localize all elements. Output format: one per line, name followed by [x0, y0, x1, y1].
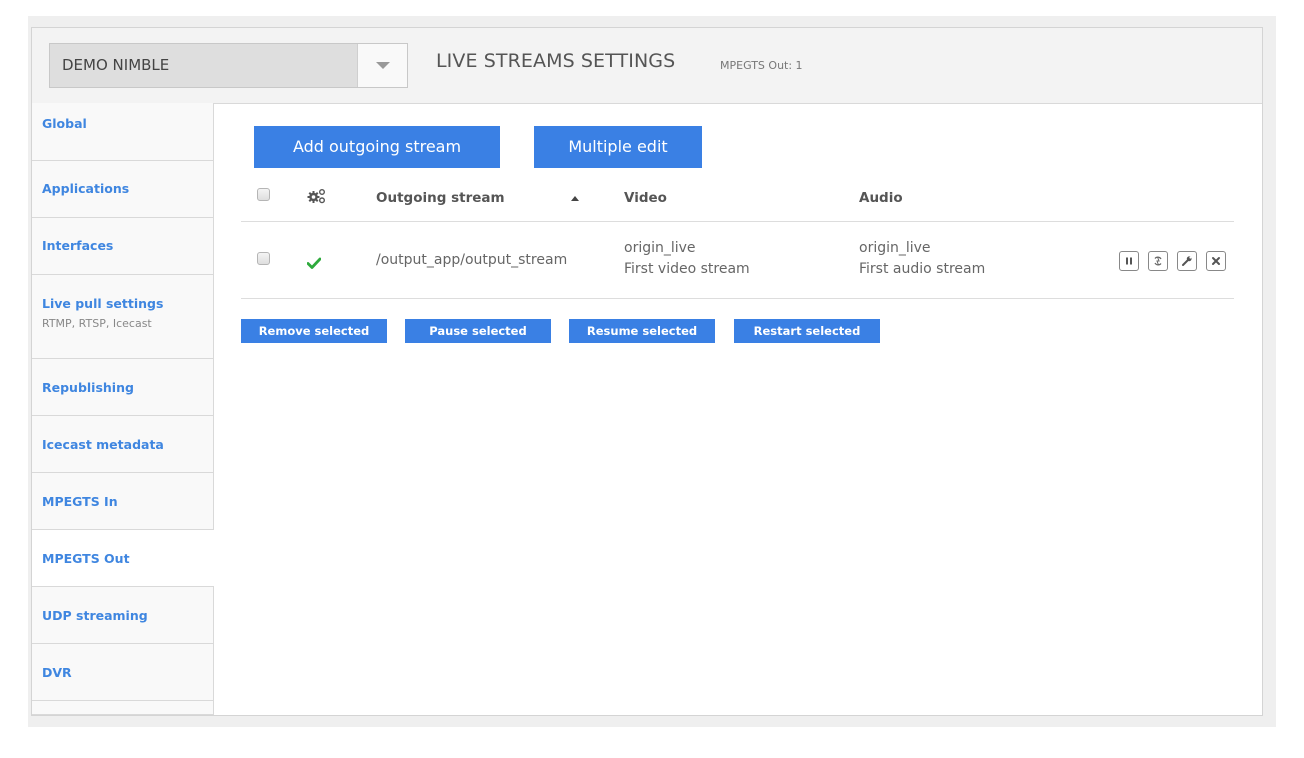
streams-table-header: Outgoing stream Video Audio	[241, 177, 1234, 222]
select-all-checkbox[interactable]	[257, 188, 270, 201]
sidebar-item-label: Icecast metadata	[42, 437, 164, 452]
pause-icon	[1125, 257, 1132, 265]
server-select[interactable]: DEMO NIMBLE	[49, 43, 408, 88]
sidebar-item-label: Global	[42, 116, 87, 131]
edit-stream-button[interactable]	[1176, 251, 1197, 271]
status-ok-check-icon	[306, 254, 322, 273]
sidebar-item-interfaces[interactable]: Interfaces	[32, 218, 213, 275]
column-header-audio[interactable]: Audio	[859, 177, 903, 219]
sidebar-item-mpegts-out[interactable]: MPEGTS Out	[32, 530, 214, 587]
add-outgoing-stream-button[interactable]: Add outgoing stream	[254, 126, 500, 168]
restart-stream-button[interactable]	[1147, 251, 1168, 271]
settings-panel: DEMO NIMBLE LIVE STREAMS SETTINGS MPEGTS…	[31, 27, 1263, 716]
sidebar-nav: Global Applications Interfaces Live pull…	[32, 103, 214, 715]
row-select-checkbox[interactable]	[257, 252, 270, 265]
table-row: /output_app/output_stream origin_live Fi…	[241, 222, 1234, 299]
sidebar-item-label: MPEGTS In	[42, 494, 118, 509]
close-icon	[1212, 257, 1220, 265]
audio-app: origin_live	[859, 240, 931, 256]
row-actions	[1115, 251, 1226, 271]
restart-selected-button[interactable]: Restart selected	[734, 319, 880, 343]
sidebar-item-label: MPEGTS Out	[42, 551, 130, 566]
sidebar-item-republishing[interactable]: Republishing	[32, 359, 213, 416]
sidebar-item-live-pull-settings[interactable]: Live pull settings RTMP, RTSP, Icecast	[32, 275, 213, 359]
server-select-toggle[interactable]	[357, 44, 407, 87]
chevron-down-icon	[376, 62, 390, 69]
video-stream: First video stream	[624, 261, 750, 277]
sidebar-item-label: Interfaces	[42, 238, 114, 253]
sidebar-item-label: Live pull settings	[42, 296, 164, 311]
multiple-edit-button[interactable]: Multiple edit	[534, 126, 702, 168]
server-select-value: DEMO NIMBLE	[62, 56, 170, 74]
sidebar-item-udp-streaming[interactable]: UDP streaming	[32, 587, 213, 644]
sort-ascending-icon[interactable]	[571, 196, 579, 201]
audio-stream: First audio stream	[859, 261, 986, 277]
sidebar-item-label: UDP streaming	[42, 608, 148, 623]
sidebar-item-more[interactable]	[32, 701, 213, 715]
page-subtitle: MPEGTS Out: 1	[720, 59, 803, 72]
sidebar-item-applications[interactable]: Applications	[32, 161, 213, 218]
refresh-icon	[1154, 256, 1162, 266]
column-header-video[interactable]: Video	[624, 177, 667, 219]
resume-selected-button[interactable]: Resume selected	[569, 319, 715, 343]
sidebar-item-dvr[interactable]: DVR	[32, 644, 213, 701]
pause-selected-button[interactable]: Pause selected	[405, 319, 551, 343]
delete-stream-button[interactable]	[1206, 251, 1226, 271]
sidebar-item-sublabel: RTMP, RTSP, Icecast	[42, 317, 152, 330]
sidebar-item-mpegts-in[interactable]: MPEGTS In	[32, 473, 213, 530]
main-content: Add outgoing stream Multiple edit Outgoi…	[214, 103, 1262, 715]
video-app: origin_live	[624, 240, 696, 256]
wrench-icon	[1181, 256, 1192, 266]
sidebar-item-label: DVR	[42, 665, 72, 680]
sidebar-item-icecast-metadata[interactable]: Icecast metadata	[32, 416, 213, 473]
page-title: LIVE STREAMS SETTINGS	[436, 50, 676, 72]
gears-icon	[307, 188, 327, 208]
sidebar-item-label: Republishing	[42, 380, 134, 395]
panel-header: DEMO NIMBLE LIVE STREAMS SETTINGS MPEGTS…	[32, 28, 1262, 104]
column-header-outgoing-stream[interactable]: Outgoing stream	[376, 177, 505, 219]
sidebar-item-global[interactable]: Global	[32, 103, 213, 161]
stream-path[interactable]: /output_app/output_stream	[376, 252, 567, 268]
remove-selected-button[interactable]: Remove selected	[241, 319, 387, 343]
pause-stream-button[interactable]	[1118, 251, 1139, 271]
sidebar-item-label: Applications	[42, 181, 130, 196]
